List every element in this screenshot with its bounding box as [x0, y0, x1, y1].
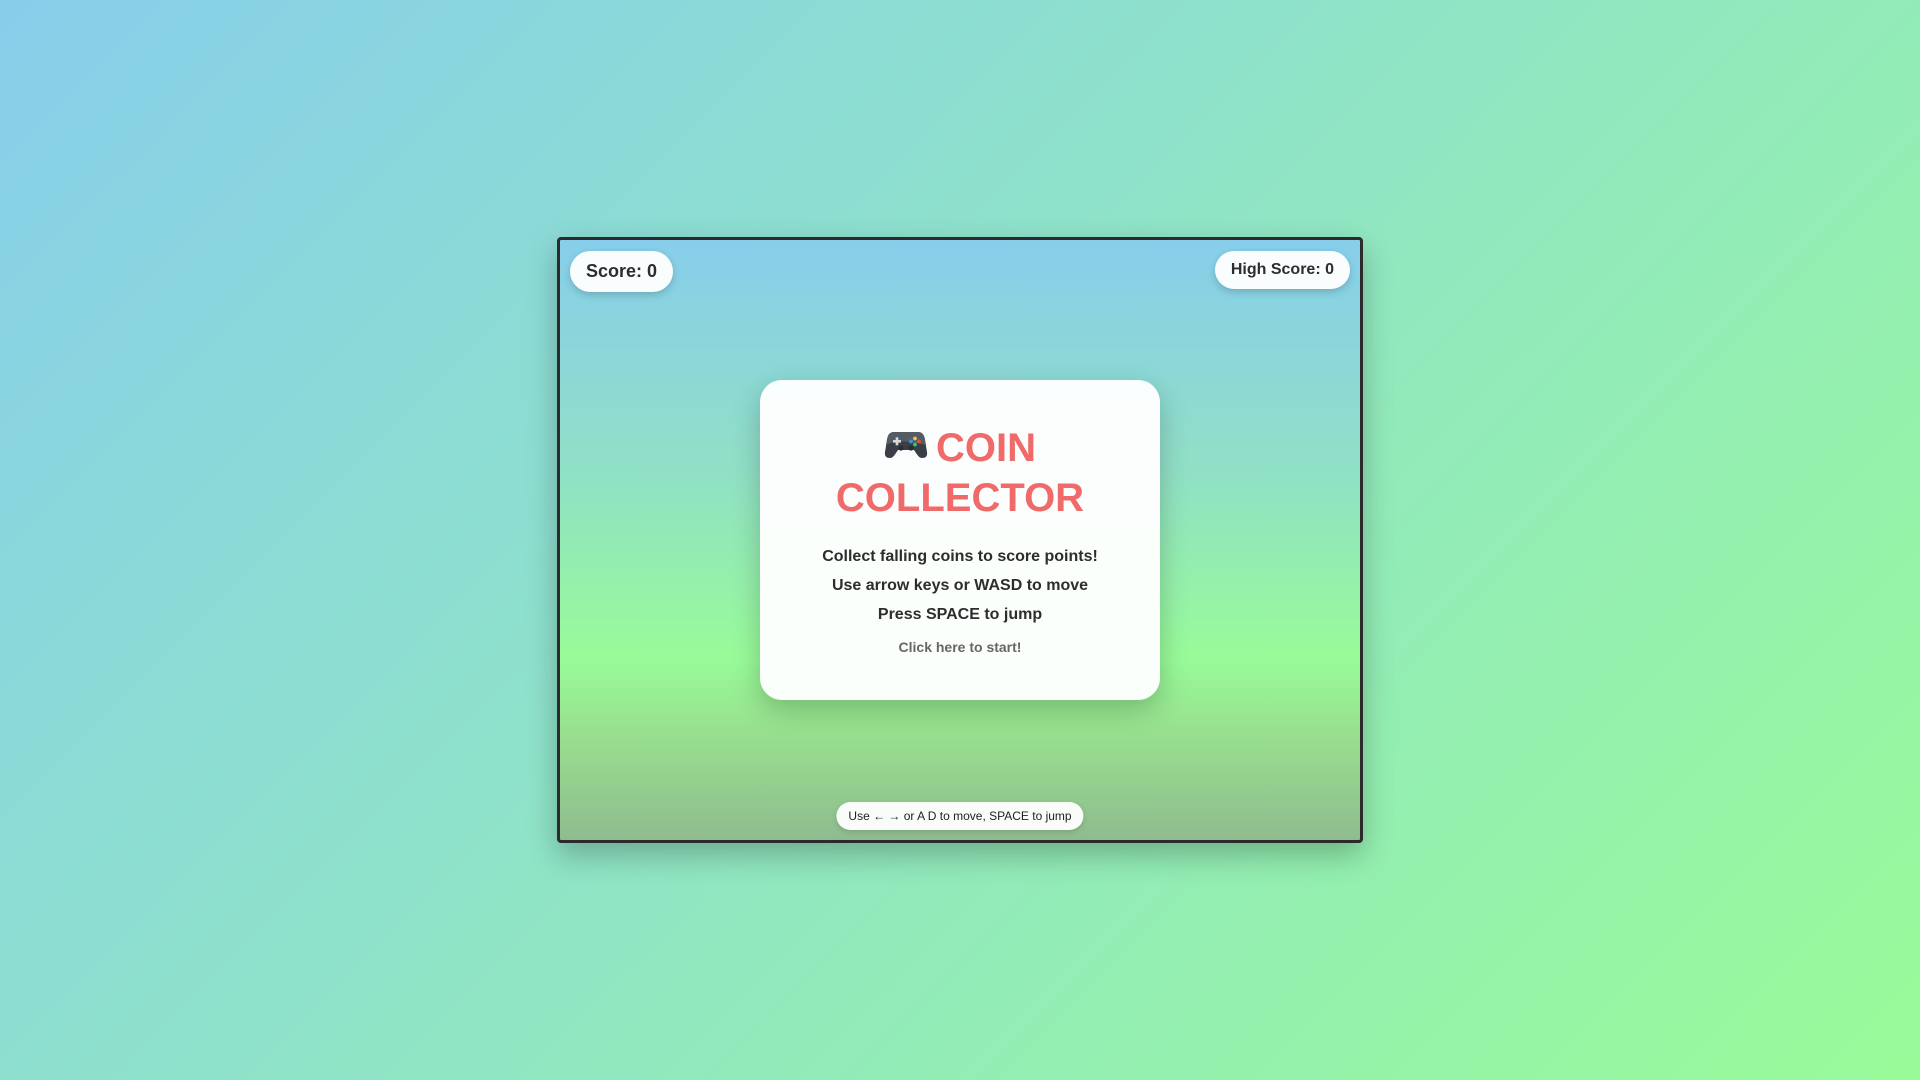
instructions: Collect falling coins to score points! U…: [760, 542, 1160, 629]
instruction-line: Collect falling coins to score points!: [822, 548, 1098, 566]
controls-hint: Use ← → or A D to move, SPACE to jump: [836, 802, 1084, 830]
game-title: COIN COLLECTOR: [810, 424, 1110, 522]
game-canvas[interactable]: Score: 0 High Score: 0 COIN COLLECTOR Co…: [557, 237, 1363, 843]
start-button[interactable]: Click here to start!: [899, 639, 1022, 655]
instruction-line: Use arrow keys or WASD to move: [831, 577, 1089, 595]
score-display: Score: 0: [570, 251, 674, 292]
instruction-line: Press SPACE to jump: [877, 606, 1043, 624]
high-score-display: High Score: 0: [1214, 251, 1350, 289]
gamepad-icon: [884, 423, 928, 471]
game-title-text: COIN COLLECTOR: [835, 426, 1085, 521]
start-menu[interactable]: COIN COLLECTOR Collect falling coins to …: [760, 380, 1160, 700]
